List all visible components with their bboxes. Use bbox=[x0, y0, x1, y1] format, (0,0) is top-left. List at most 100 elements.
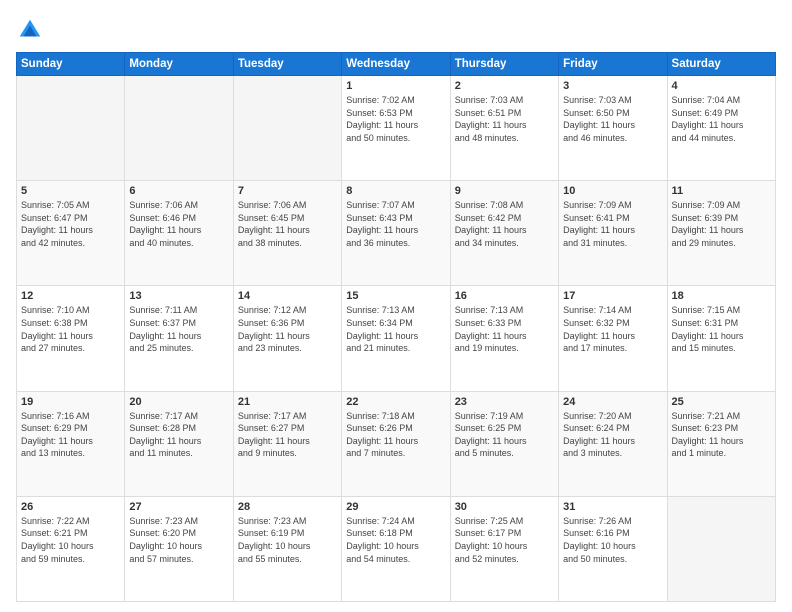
day-number: 24 bbox=[563, 396, 662, 408]
calendar-cell: 6 Sunrise: 7:06 AM Sunset: 6:46 PM Daylig… bbox=[125, 181, 233, 286]
week-row-4: 26 Sunrise: 7:22 AM Sunset: 6:21 PM Dayli… bbox=[17, 496, 776, 601]
calendar-cell: 12Sunrise: 7:10 AM Sunset: 6:38 PM Dayli… bbox=[17, 286, 125, 391]
day-number: 10 bbox=[563, 185, 662, 197]
day-info: Sunrise: 7:05 AM Sunset: 6:47 PM Dayligh… bbox=[21, 199, 120, 249]
calendar-cell: 17 Sunrise: 7:14 AM Sunset: 6:32 PM Dayli… bbox=[559, 286, 667, 391]
day-number: 6 bbox=[129, 185, 228, 197]
day-number: 5 bbox=[21, 185, 120, 197]
calendar-cell: 24 Sunrise: 7:20 AM Sunset: 6:24 PM Dayli… bbox=[559, 391, 667, 496]
day-number: 14 bbox=[238, 290, 337, 302]
day-info: Sunrise: 7:09 AM Sunset: 6:39 PM Dayligh… bbox=[672, 199, 771, 249]
calendar-cell: 3 Sunrise: 7:03 AM Sunset: 6:50 PM Daylig… bbox=[559, 76, 667, 181]
header bbox=[16, 16, 776, 44]
day-number: 21 bbox=[238, 396, 337, 408]
day-number: 2 bbox=[455, 80, 554, 92]
calendar-cell: 9Sunrise: 7:08 AM Sunset: 6:42 PM Daylig… bbox=[450, 181, 558, 286]
day-number: 15 bbox=[346, 290, 445, 302]
day-number: 9 bbox=[455, 185, 554, 197]
calendar-cell: 10 Sunrise: 7:09 AM Sunset: 6:41 PM Dayli… bbox=[559, 181, 667, 286]
weekday-saturday: Saturday bbox=[667, 53, 775, 76]
calendar-cell: 23 Sunrise: 7:19 AM Sunset: 6:25 PM Dayli… bbox=[450, 391, 558, 496]
calendar-cell: 30 Sunrise: 7:25 AM Sunset: 6:17 PM Dayli… bbox=[450, 496, 558, 601]
day-number: 30 bbox=[455, 501, 554, 513]
day-info: Sunrise: 7:11 AM Sunset: 6:37 PM Dayligh… bbox=[129, 304, 228, 354]
day-number: 25 bbox=[672, 396, 771, 408]
calendar-cell: 5 Sunrise: 7:05 AM Sunset: 6:47 PM Daylig… bbox=[17, 181, 125, 286]
day-info: Sunrise: 7:24 AM Sunset: 6:18 PM Dayligh… bbox=[346, 515, 445, 565]
calendar-cell: 13Sunrise: 7:11 AM Sunset: 6:37 PM Dayli… bbox=[125, 286, 233, 391]
day-info: Sunrise: 7:13 AM Sunset: 6:33 PM Dayligh… bbox=[455, 304, 554, 354]
logo-icon bbox=[16, 16, 44, 44]
calendar-cell: 26 Sunrise: 7:22 AM Sunset: 6:21 PM Dayli… bbox=[17, 496, 125, 601]
day-info: Sunrise: 7:25 AM Sunset: 6:17 PM Dayligh… bbox=[455, 515, 554, 565]
calendar-cell: 22 Sunrise: 7:18 AM Sunset: 6:26 PM Dayli… bbox=[342, 391, 450, 496]
day-info: Sunrise: 7:07 AM Sunset: 6:43 PM Dayligh… bbox=[346, 199, 445, 249]
day-number: 7 bbox=[238, 185, 337, 197]
weekday-thursday: Thursday bbox=[450, 53, 558, 76]
day-number: 27 bbox=[129, 501, 228, 513]
weekday-sunday: Sunday bbox=[17, 53, 125, 76]
week-row-0: 1 Sunrise: 7:02 AM Sunset: 6:53 PM Daylig… bbox=[17, 76, 776, 181]
day-info: Sunrise: 7:17 AM Sunset: 6:28 PM Dayligh… bbox=[129, 410, 228, 460]
day-info: Sunrise: 7:14 AM Sunset: 6:32 PM Dayligh… bbox=[563, 304, 662, 354]
day-info: Sunrise: 7:03 AM Sunset: 6:50 PM Dayligh… bbox=[563, 94, 662, 144]
calendar-cell bbox=[125, 76, 233, 181]
calendar-cell: 18 Sunrise: 7:15 AM Sunset: 6:31 PM Dayli… bbox=[667, 286, 775, 391]
day-info: Sunrise: 7:16 AM Sunset: 6:29 PM Dayligh… bbox=[21, 410, 120, 460]
day-info: Sunrise: 7:22 AM Sunset: 6:21 PM Dayligh… bbox=[21, 515, 120, 565]
day-number: 19 bbox=[21, 396, 120, 408]
page: SundayMondayTuesdayWednesdayThursdayFrid… bbox=[0, 0, 792, 612]
calendar-cell: 25 Sunrise: 7:21 AM Sunset: 6:23 PM Dayli… bbox=[667, 391, 775, 496]
calendar-cell: 29 Sunrise: 7:24 AM Sunset: 6:18 PM Dayli… bbox=[342, 496, 450, 601]
weekday-friday: Friday bbox=[559, 53, 667, 76]
calendar-cell: 15 Sunrise: 7:13 AM Sunset: 6:34 PM Dayli… bbox=[342, 286, 450, 391]
calendar-cell: 11 Sunrise: 7:09 AM Sunset: 6:39 PM Dayli… bbox=[667, 181, 775, 286]
day-info: Sunrise: 7:26 AM Sunset: 6:16 PM Dayligh… bbox=[563, 515, 662, 565]
logo bbox=[16, 16, 48, 44]
day-number: 23 bbox=[455, 396, 554, 408]
day-info: Sunrise: 7:04 AM Sunset: 6:49 PM Dayligh… bbox=[672, 94, 771, 144]
day-number: 12 bbox=[21, 290, 120, 302]
day-number: 20 bbox=[129, 396, 228, 408]
day-info: Sunrise: 7:06 AM Sunset: 6:46 PM Dayligh… bbox=[129, 199, 228, 249]
calendar-cell: 31 Sunrise: 7:26 AM Sunset: 6:16 PM Dayli… bbox=[559, 496, 667, 601]
day-info: Sunrise: 7:20 AM Sunset: 6:24 PM Dayligh… bbox=[563, 410, 662, 460]
calendar-cell: 27Sunrise: 7:23 AM Sunset: 6:20 PM Dayli… bbox=[125, 496, 233, 601]
week-row-2: 12Sunrise: 7:10 AM Sunset: 6:38 PM Dayli… bbox=[17, 286, 776, 391]
calendar-cell: 19 Sunrise: 7:16 AM Sunset: 6:29 PM Dayli… bbox=[17, 391, 125, 496]
day-number: 11 bbox=[672, 185, 771, 197]
day-info: Sunrise: 7:09 AM Sunset: 6:41 PM Dayligh… bbox=[563, 199, 662, 249]
day-number: 3 bbox=[563, 80, 662, 92]
calendar-cell: 28Sunrise: 7:23 AM Sunset: 6:19 PM Dayli… bbox=[233, 496, 341, 601]
day-number: 18 bbox=[672, 290, 771, 302]
day-info: Sunrise: 7:18 AM Sunset: 6:26 PM Dayligh… bbox=[346, 410, 445, 460]
calendar-cell: 14 Sunrise: 7:12 AM Sunset: 6:36 PM Dayli… bbox=[233, 286, 341, 391]
day-info: Sunrise: 7:13 AM Sunset: 6:34 PM Dayligh… bbox=[346, 304, 445, 354]
day-number: 16 bbox=[455, 290, 554, 302]
day-info: Sunrise: 7:06 AM Sunset: 6:45 PM Dayligh… bbox=[238, 199, 337, 249]
calendar-cell: 2Sunrise: 7:03 AM Sunset: 6:51 PM Daylig… bbox=[450, 76, 558, 181]
day-info: Sunrise: 7:15 AM Sunset: 6:31 PM Dayligh… bbox=[672, 304, 771, 354]
calendar-cell: 21Sunrise: 7:17 AM Sunset: 6:27 PM Dayli… bbox=[233, 391, 341, 496]
weekday-monday: Monday bbox=[125, 53, 233, 76]
calendar-cell: 8Sunrise: 7:07 AM Sunset: 6:43 PM Daylig… bbox=[342, 181, 450, 286]
calendar-cell: 4Sunrise: 7:04 AM Sunset: 6:49 PM Daylig… bbox=[667, 76, 775, 181]
day-number: 22 bbox=[346, 396, 445, 408]
day-info: Sunrise: 7:19 AM Sunset: 6:25 PM Dayligh… bbox=[455, 410, 554, 460]
day-info: Sunrise: 7:21 AM Sunset: 6:23 PM Dayligh… bbox=[672, 410, 771, 460]
calendar-cell: 1 Sunrise: 7:02 AM Sunset: 6:53 PM Daylig… bbox=[342, 76, 450, 181]
calendar-cell: 16 Sunrise: 7:13 AM Sunset: 6:33 PM Dayli… bbox=[450, 286, 558, 391]
day-info: Sunrise: 7:12 AM Sunset: 6:36 PM Dayligh… bbox=[238, 304, 337, 354]
day-number: 31 bbox=[563, 501, 662, 513]
day-number: 1 bbox=[346, 80, 445, 92]
calendar-cell bbox=[17, 76, 125, 181]
weekday-wednesday: Wednesday bbox=[342, 53, 450, 76]
day-number: 26 bbox=[21, 501, 120, 513]
calendar-cell bbox=[233, 76, 341, 181]
day-number: 17 bbox=[563, 290, 662, 302]
weekday-tuesday: Tuesday bbox=[233, 53, 341, 76]
day-info: Sunrise: 7:23 AM Sunset: 6:19 PM Dayligh… bbox=[238, 515, 337, 565]
day-number: 29 bbox=[346, 501, 445, 513]
weekday-header-row: SundayMondayTuesdayWednesdayThursdayFrid… bbox=[17, 53, 776, 76]
day-info: Sunrise: 7:02 AM Sunset: 6:53 PM Dayligh… bbox=[346, 94, 445, 144]
